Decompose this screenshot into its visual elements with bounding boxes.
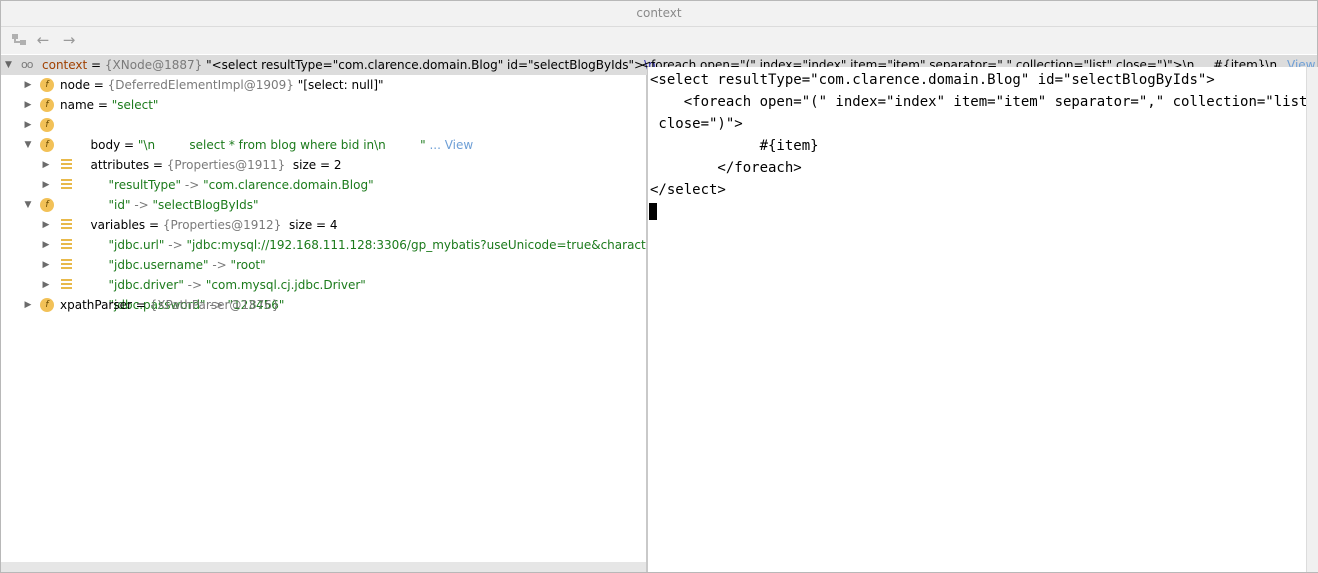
collapse-icon[interactable]: ▼: [22, 135, 34, 155]
expand-icon[interactable]: ▶: [40, 255, 52, 275]
map-entry-icon: [61, 219, 72, 230]
map-entry-row[interactable]: ▶ "resultType" -> "com.clarence.domain.B…: [1, 155, 646, 192]
back-arrow-icon[interactable]: ←: [33, 30, 53, 50]
map-entry-icon: [61, 159, 72, 170]
map-entry-row[interactable]: ▶ "id" -> "selectBlogByIds": [1, 175, 646, 212]
value-line: </foreach>: [650, 160, 802, 176]
map-entry-icon: [61, 179, 72, 190]
root-ref: {XNode@1887}: [104, 58, 203, 72]
tree-row-xpathparser[interactable]: ▶ f xpathParser = {XPathParser@1876}: [1, 295, 646, 315]
expand-icon[interactable]: ▶: [40, 215, 52, 235]
toolbar: ← →: [1, 27, 1317, 54]
map-entry-icon: [61, 279, 72, 290]
horizontal-scrollbar[interactable]: [1, 562, 646, 572]
tree-row-node[interactable]: ▶ f node = {DeferredElementImpl@1909} "[…: [1, 75, 646, 95]
map-entry-icon: [61, 239, 72, 250]
map-entry-row[interactable]: ▶ "jdbc.driver" -> "com.mysql.cj.jdbc.Dr…: [1, 255, 646, 292]
collapse-icon[interactable]: ▼: [22, 195, 34, 215]
tree-row-name[interactable]: ▶ f name = "select": [1, 95, 646, 115]
field-icon: f: [40, 298, 54, 312]
collapse-icon[interactable]: ▼: [5, 55, 17, 75]
field-ref: {DeferredElementImpl@1909}: [107, 78, 294, 92]
field-icon: f: [40, 138, 54, 152]
window-title: context: [1, 1, 1317, 27]
value-line: close=")">: [650, 116, 743, 132]
root-name: context: [42, 58, 88, 72]
field-ref: {XPathParser@1876}: [149, 298, 280, 312]
tree-row-body[interactable]: ▶ f body = "\n select * from blog where …: [1, 115, 646, 152]
field-icon: f: [40, 118, 54, 132]
map-entry-row[interactable]: ▶ "jdbc.username" -> "root": [1, 235, 646, 272]
root-value: "<select resultType="com.clarence.domain…: [206, 58, 645, 72]
debugger-window: context ← → ▼ oo context = {XNode@1887} …: [0, 0, 1318, 573]
tree-row-attributes[interactable]: ▼ f attributes = {Properties@1911} size …: [1, 135, 646, 172]
field-icon: f: [40, 98, 54, 112]
field-name: xpathParser: [60, 298, 132, 312]
structure-icon[interactable]: [9, 30, 29, 50]
expand-icon[interactable]: ▶: [40, 175, 52, 195]
field-value: "select": [111, 98, 159, 112]
expand-icon[interactable]: ▶: [40, 155, 52, 175]
tree-row-variables[interactable]: ▼ f variables = {Properties@1912} size =…: [1, 195, 646, 232]
expand-icon[interactable]: ▶: [22, 95, 34, 115]
map-entry-row[interactable]: ▶ "jdbc.url" -> "jdbc:mysql://192.168.11…: [1, 215, 646, 252]
expand-icon[interactable]: ▶: [22, 295, 34, 315]
field-icon: f: [40, 78, 54, 92]
value-line: <select resultType="com.clarence.domain.…: [650, 72, 1215, 88]
map-entry-icon: [61, 259, 72, 270]
field-name: node: [60, 78, 90, 92]
field-value: "[select: null]": [293, 78, 384, 92]
value-viewer-panel[interactable]: <select resultType="com.clarence.domain.…: [647, 67, 1316, 572]
map-entry-row[interactable]: ▶ "jdbc.password" -> "123456": [1, 275, 646, 312]
variables-tree: ▶ f node = {DeferredElementImpl@1909} "[…: [1, 75, 646, 562]
vertical-scrollbar[interactable]: [1306, 67, 1318, 572]
forward-arrow-icon[interactable]: →: [59, 30, 79, 50]
value-line: <foreach open="(" index="index" item="it…: [650, 94, 1316, 110]
value-line: #{item}: [650, 138, 819, 154]
field-name: name: [60, 98, 95, 112]
expand-icon[interactable]: ▶: [22, 75, 34, 95]
expand-icon[interactable]: ▶: [40, 275, 52, 295]
value-line: </select>: [650, 182, 726, 198]
expand-icon[interactable]: ▶: [22, 115, 34, 135]
field-icon: f: [40, 198, 54, 212]
text-caret: [649, 203, 657, 220]
watch-glasses-icon: oo: [21, 58, 34, 71]
expand-icon[interactable]: ▶: [40, 235, 52, 255]
